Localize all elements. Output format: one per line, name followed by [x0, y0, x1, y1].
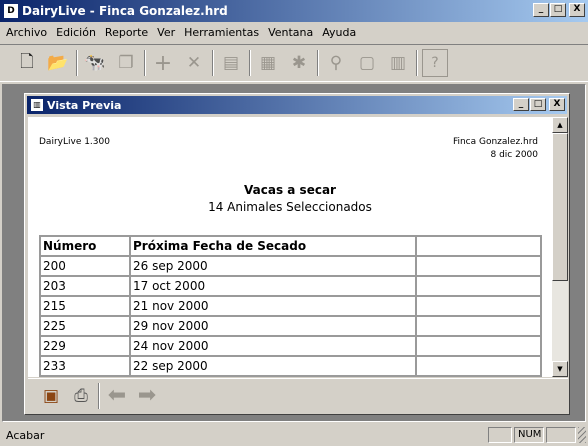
chart-icon[interactable]: ▥	[385, 49, 411, 77]
toolbar-separator	[98, 382, 100, 409]
cell-fecha: 21 nov 2000	[129, 295, 417, 317]
report-software: DairyLive 1.300	[39, 137, 110, 147]
report-table: Número Próxima Fecha de Secado 200 26 se…	[39, 235, 542, 377]
previous-page-icon[interactable]: ⬅	[104, 383, 130, 409]
clipboard-icon[interactable]: ▢	[354, 49, 380, 77]
preview-title-bar[interactable]: ▥ Vista Previa _ □ X	[27, 96, 567, 114]
minimize-button[interactable]: _	[533, 3, 549, 17]
status-num-indicator: NUM	[514, 427, 544, 443]
toolbar-separator	[249, 50, 251, 76]
table-row: 229 24 nov 2000	[39, 335, 542, 357]
report-date: 8 dic 2000	[490, 150, 538, 160]
report-page: DairyLive 1.300 Finca Gonzalez.hrd 8 dic…	[28, 117, 552, 377]
toolbar-separator	[212, 50, 214, 76]
cell-fecha: 26 sep 2000	[129, 255, 417, 277]
search-icon[interactable]: ⚲	[323, 49, 349, 77]
preview-window: ▥ Vista Previa _ □ X DairyLive 1.300 Fin…	[24, 93, 570, 415]
cell-extra	[415, 315, 542, 337]
new-document-icon[interactable]: 🗋	[14, 49, 40, 77]
table-row: 200 26 sep 2000	[39, 255, 542, 277]
status-text: Acabar	[6, 428, 45, 442]
scroll-down-icon[interactable]: ▼	[552, 361, 568, 377]
cell-numero: 229	[39, 335, 131, 357]
toolbar-separator	[416, 50, 418, 76]
cell-extra	[415, 255, 542, 277]
next-page-icon[interactable]: ➡	[134, 383, 160, 409]
delete-icon[interactable]: ✕	[181, 49, 207, 77]
cell-numero: 225	[39, 315, 131, 337]
toolbar-separator	[317, 50, 319, 76]
table-row: 233 22 sep 2000	[39, 355, 542, 377]
menu-herramientas[interactable]: Herramientas	[184, 26, 259, 39]
cell-fecha: 22 sep 2000	[129, 355, 417, 377]
report-title: Vacas a secar	[244, 183, 336, 197]
toolbar-separator	[76, 50, 78, 76]
table-header-row: Número Próxima Fecha de Secado	[39, 235, 542, 257]
cell-numero: 215	[39, 295, 131, 317]
menu-ventana[interactable]: Ventana	[268, 26, 313, 39]
cell-extra	[415, 295, 542, 317]
star-calendar-icon[interactable]: ✱	[286, 49, 312, 77]
cell-fecha: 17 oct 2000	[129, 275, 417, 297]
cell-extra	[415, 275, 542, 297]
preview-close-button[interactable]: X	[549, 98, 565, 111]
toolbar-separator	[144, 50, 146, 76]
help-icon[interactable]: ?	[422, 49, 448, 77]
preview-window-icon[interactable]: ▥	[31, 99, 43, 111]
cell-numero: 203	[39, 275, 131, 297]
main-toolbar: 🗋 📂 🐄 ❐ + ✕ ▤ ▦ ✱ ⚲ ▢ ▥ ?	[0, 44, 588, 82]
copy-icon[interactable]: ❐	[113, 49, 139, 77]
open-folder-icon[interactable]: 📂	[45, 49, 71, 77]
resize-grip[interactable]	[578, 427, 586, 443]
app-title-bar[interactable]: D DairyLive - Finca Gonzalez.hrd _ □ X	[0, 0, 588, 22]
preview-minimize-button[interactable]: _	[513, 98, 529, 111]
table-row: 225 29 nov 2000	[39, 315, 542, 337]
column-header-extra	[415, 235, 542, 257]
add-icon[interactable]: +	[150, 49, 176, 77]
menu-reporte[interactable]: Reporte	[105, 26, 148, 39]
preview-title: Vista Previa	[47, 98, 122, 112]
close-button[interactable]: X	[569, 3, 585, 17]
menu-bar: Archivo Edición Reporte Ver Herramientas…	[0, 22, 588, 42]
maximize-button[interactable]: □	[550, 3, 566, 17]
menu-ver[interactable]: Ver	[157, 26, 175, 39]
cell-numero: 200	[39, 255, 131, 277]
table-row: 203 17 oct 2000	[39, 275, 542, 297]
report-subtitle: 14 Animales Seleccionados	[208, 200, 372, 214]
export-icon[interactable]: ▣	[38, 383, 64, 409]
animal-icon[interactable]: 🐄	[82, 49, 108, 77]
menu-ayuda[interactable]: Ayuda	[322, 26, 356, 39]
cell-extra	[415, 335, 542, 357]
scroll-thumb[interactable]	[552, 133, 568, 281]
scroll-up-icon[interactable]: ▲	[552, 117, 568, 133]
cell-fecha: 29 nov 2000	[129, 315, 417, 337]
report-farm: Finca Gonzalez.hrd	[452, 137, 538, 147]
menu-edicion[interactable]: Edición	[56, 26, 96, 39]
table-row: 215 21 nov 2000	[39, 295, 542, 317]
cell-extra	[415, 355, 542, 377]
column-header-fecha: Próxima Fecha de Secado	[129, 235, 417, 257]
cell-fecha: 24 nov 2000	[129, 335, 417, 357]
preview-toolbar: ▣ ⎙ ⬅ ➡	[28, 378, 568, 412]
calendar-icon[interactable]: ▦	[255, 49, 281, 77]
app-title: DairyLive - Finca Gonzalez.hrd	[22, 4, 228, 18]
vertical-scrollbar[interactable]: ▲ ▼	[552, 117, 568, 377]
cell-numero: 233	[39, 355, 131, 377]
column-header-numero: Número	[39, 235, 131, 257]
print-icon[interactable]: ⎙	[68, 383, 94, 409]
preview-maximize-button[interactable]: □	[530, 98, 546, 111]
report-icon[interactable]: ▤	[218, 49, 244, 77]
status-panel-empty	[546, 427, 576, 443]
menu-archivo[interactable]: Archivo	[6, 26, 47, 39]
dairylive-app-icon[interactable]: D	[4, 4, 18, 18]
status-panel-empty	[488, 427, 512, 443]
status-bar: Acabar NUM	[0, 424, 588, 446]
